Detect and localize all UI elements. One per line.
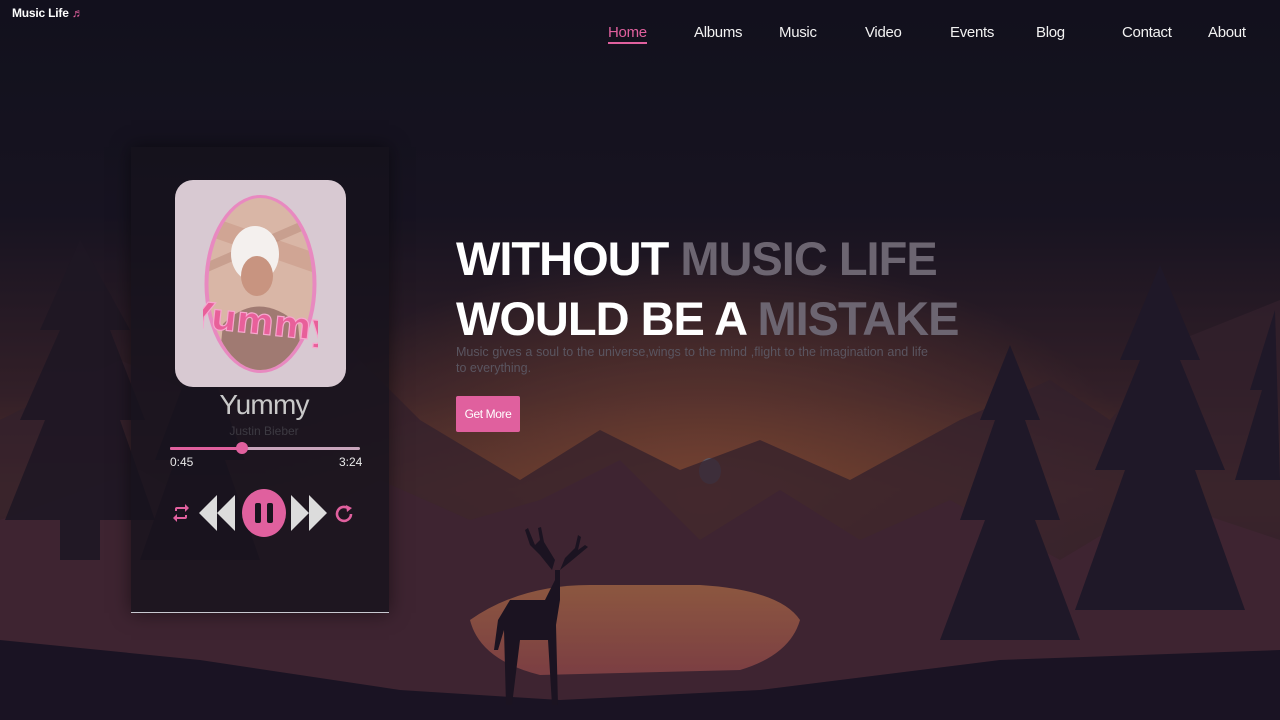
- album-cover: Yummy: [175, 180, 346, 387]
- main-navigation: Home Albums Music Video Events Blog Cont…: [0, 24, 1280, 46]
- get-more-button[interactable]: Get More: [456, 396, 520, 432]
- brand-logo[interactable]: Music Life ♬: [12, 6, 84, 20]
- music-player-card: Yummy Yummy Justin Bieber 0:45 3:24: [131, 147, 389, 613]
- pause-icon: [255, 503, 261, 523]
- hero-line2-white: WOULD BE A: [456, 292, 746, 345]
- nav-events[interactable]: Events: [950, 24, 994, 41]
- hero-line1-white: WITHOUT: [456, 232, 669, 285]
- hero-line1-gray: MUSIC LIFE: [680, 232, 937, 285]
- nav-video[interactable]: Video: [865, 24, 902, 41]
- hero-subtitle: Music gives a soul to the universe,wings…: [456, 345, 928, 375]
- progress-thumb[interactable]: [236, 442, 249, 454]
- nav-about[interactable]: About: [1208, 24, 1246, 41]
- nav-home[interactable]: Home: [608, 24, 647, 44]
- progress-slider[interactable]: [170, 442, 360, 454]
- previous-icon[interactable]: [199, 491, 235, 535]
- hero-line2-gray: MISTAKE: [757, 292, 959, 345]
- music-note-icon: ♬: [71, 6, 84, 20]
- progress-fill: [170, 447, 243, 450]
- hero-heading-line-1: WITHOUT MUSIC LIFE: [456, 232, 938, 285]
- album-cover-art: Yummy: [203, 195, 318, 373]
- nav-blog[interactable]: Blog: [1036, 24, 1065, 41]
- nav-contact[interactable]: Contact: [1122, 24, 1172, 41]
- refresh-icon[interactable]: [334, 503, 354, 523]
- playback-controls: [131, 487, 389, 539]
- nav-albums[interactable]: Albums: [694, 24, 743, 41]
- hero-heading-line-2: WOULD BE A MISTAKE: [456, 292, 959, 345]
- repeat-icon[interactable]: [171, 503, 191, 523]
- nav-music[interactable]: Music: [779, 24, 817, 41]
- song-title: Yummy: [219, 389, 309, 420]
- next-icon[interactable]: [291, 491, 327, 535]
- pause-button[interactable]: [241, 488, 287, 538]
- current-time: 0:45: [170, 455, 194, 469]
- total-time: 3:24: [339, 455, 363, 469]
- brand-name: Music Life: [12, 6, 69, 20]
- artist-name: Justin Bieber: [229, 424, 299, 438]
